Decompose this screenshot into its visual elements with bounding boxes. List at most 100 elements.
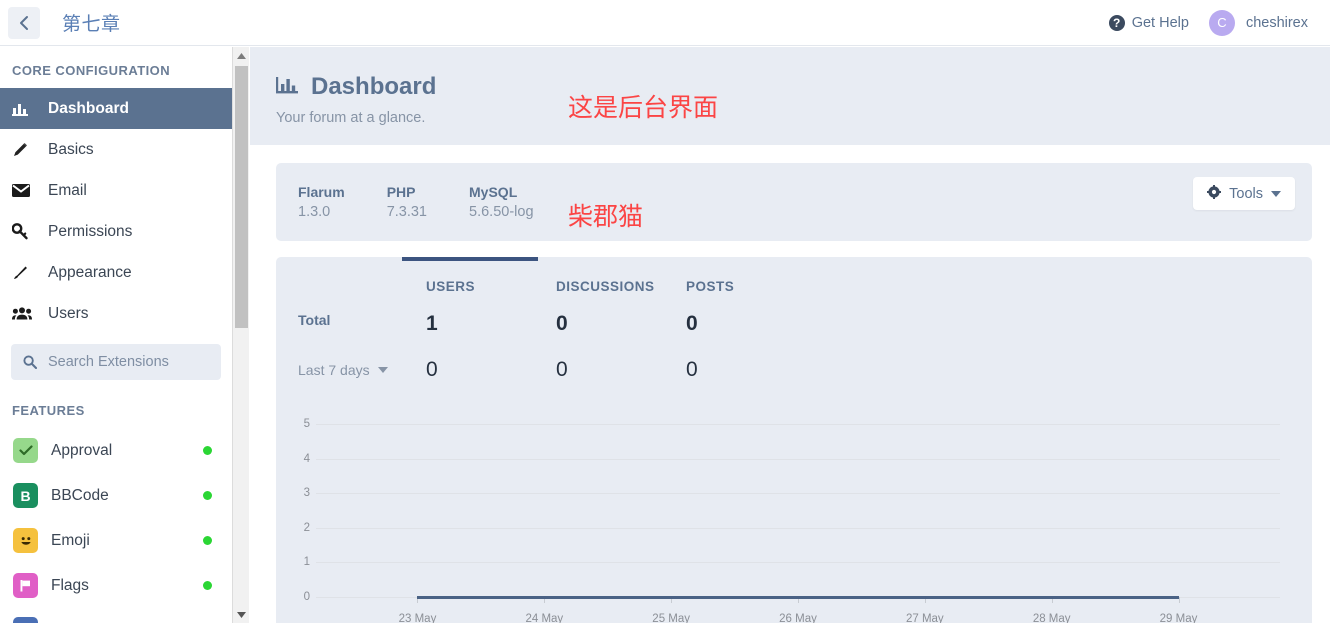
flag-icon (13, 573, 38, 598)
feature-item-flags[interactable]: Flags (0, 563, 232, 608)
envelope-icon (12, 184, 40, 197)
chart-series-line (544, 595, 672, 599)
search-extensions-input[interactable]: Search Extensions (11, 344, 221, 380)
chart-series-line (798, 595, 925, 599)
top-bar: 第七章 ? Get Help C cheshirex (0, 0, 1330, 46)
chart-x-tick: 27 May (905, 613, 944, 623)
feature-item-emoji[interactable]: Emoji (0, 518, 232, 563)
hero-title: Dashboard (311, 73, 437, 100)
back-button[interactable] (8, 6, 40, 39)
bold-b-icon: B (13, 483, 38, 508)
stats-period-selector[interactable]: Last 7 days (276, 358, 426, 382)
sidebar-item-label: Permissions (48, 222, 133, 240)
sidebar-item-appearance[interactable]: Appearance (0, 252, 232, 293)
sidebar-item-label: Dashboard (48, 99, 129, 117)
statistics-card: USERS DISCUSSIONS POSTS Total 1 0 0 Last… (276, 257, 1312, 623)
page-title: 第七章 (62, 14, 121, 35)
triangle-down-icon[interactable] (233, 606, 249, 623)
question-circle-icon: ? (1108, 14, 1125, 31)
feature-label: Approval (51, 441, 113, 459)
hero-title-row: Dashboard (276, 73, 1330, 101)
chart-gridline (316, 493, 1280, 495)
sidebar-item-dashboard[interactable]: Dashboard (0, 88, 232, 129)
chart-gridline (316, 424, 1280, 425)
version-info-card: Flarum 1.3.0 PHP 7.3.31 MySQL 5.6.50-log… (276, 163, 1312, 241)
stats-value: 0 (686, 358, 698, 381)
sidebar-heading-features: FEATURES (12, 403, 85, 418)
chart-y-tick: 5 (303, 418, 310, 430)
chart-x-tickmark (1178, 597, 1180, 603)
caret-down-icon (1271, 190, 1281, 197)
get-help-label: Get Help (1131, 14, 1189, 31)
info-group-flarum: Flarum 1.3.0 (298, 184, 345, 220)
sidebar-item-email[interactable]: Email (0, 170, 232, 211)
dashboard-hero: Dashboard Your forum at a glance. 这是后台界面 (250, 47, 1330, 145)
feature-item-bbcode[interactable]: B BBCode (0, 473, 232, 518)
tools-button[interactable]: Tools (1193, 177, 1295, 210)
check-icon (13, 438, 38, 463)
search-placeholder: Search Extensions (48, 354, 169, 370)
triangle-up-icon[interactable] (233, 47, 249, 64)
info-key: PHP (386, 184, 416, 200)
statistics-chart: 0 1 2 3 4 5 23 May 24 May 25 May 26 May 27 May 28 M… (276, 410, 1312, 623)
sidebar-scrollbar[interactable] (232, 47, 249, 623)
annotation-text-1: 这是后台界面 (568, 94, 719, 122)
info-key: MySQL (469, 184, 518, 200)
search-icon (23, 355, 37, 369)
info-value: 5.6.50-log (469, 204, 534, 220)
get-help-button[interactable]: ? Get Help (1108, 14, 1189, 31)
stats-value: 0 (426, 358, 438, 381)
stats-corner (276, 279, 426, 312)
status-dot (203, 581, 212, 590)
chart-bar-icon (12, 102, 40, 116)
chart-series-line (417, 595, 545, 599)
main-content: Dashboard Your forum at a glance. 这是后台界面… (250, 47, 1330, 623)
sidebar-item-label: Basics (48, 140, 94, 158)
chart-x-tick: 28 May (1032, 613, 1071, 623)
stats-value: 0 (556, 312, 568, 335)
feature-label: Flags (51, 576, 89, 594)
scrollbar-thumb[interactable] (235, 66, 248, 328)
stats-value: 0 (686, 312, 698, 335)
chart-x-tick: 26 May (779, 613, 817, 623)
status-dot (203, 536, 212, 545)
chart-y-tick: 0 (303, 591, 310, 603)
hero-subtitle: Your forum at a glance. (276, 110, 426, 126)
stats-tab-users[interactable]: USERS (402, 257, 556, 312)
chart-bar-icon (276, 75, 298, 99)
sidebar-heading-core: CORE CONFIGURATION (12, 63, 171, 78)
stats-row-label-total: Total (298, 312, 331, 328)
chevron-left-icon (19, 15, 30, 31)
stats-tab-discussions[interactable]: DISCUSSIONS (556, 279, 686, 312)
chart-y-tick: 4 (303, 452, 310, 465)
sidebar-item-users[interactable]: Users (0, 293, 232, 334)
key-icon (12, 223, 40, 240)
smiley-icon (13, 528, 38, 553)
info-group-php: PHP 7.3.31 (387, 184, 427, 220)
gear-icon (1207, 184, 1222, 203)
chart-series-line (671, 595, 798, 599)
sidebar-item-basics[interactable]: Basics (0, 129, 232, 170)
brush-icon (12, 264, 40, 281)
chart-series-line (1051, 595, 1179, 599)
chart-x-tick: 23 May (398, 613, 437, 623)
sidebar-item-label: Users (48, 304, 89, 322)
info-key: Flarum (298, 184, 345, 200)
stats-tab-posts[interactable]: POSTS (686, 279, 846, 312)
topbar-right-group: ? Get Help C cheshirex (1108, 9, 1308, 36)
info-value: 7.3.31 (386, 204, 428, 220)
chart-series-line (924, 595, 1052, 599)
sidebar-item-permissions[interactable]: Permissions (0, 211, 232, 252)
feature-item-partial-icon[interactable] (13, 617, 38, 623)
user-menu[interactable]: C cheshirex (1208, 9, 1308, 36)
sidebar: CORE CONFIGURATION Dashboard Basics Emai… (0, 47, 232, 623)
stats-value: 0 (556, 358, 568, 381)
sidebar-item-label: Appearance (48, 263, 132, 281)
user-name: cheshirex (1245, 14, 1308, 31)
chart-x-tick: 24 May (525, 613, 564, 623)
chart-y-tick: 2 (303, 521, 310, 534)
feature-item-approval[interactable]: Approval (0, 428, 232, 473)
feature-label: BBCode (51, 486, 109, 504)
stats-row-label-period: Last 7 days (298, 362, 370, 378)
info-group-mysql: MySQL 5.6.50-log (469, 184, 534, 220)
